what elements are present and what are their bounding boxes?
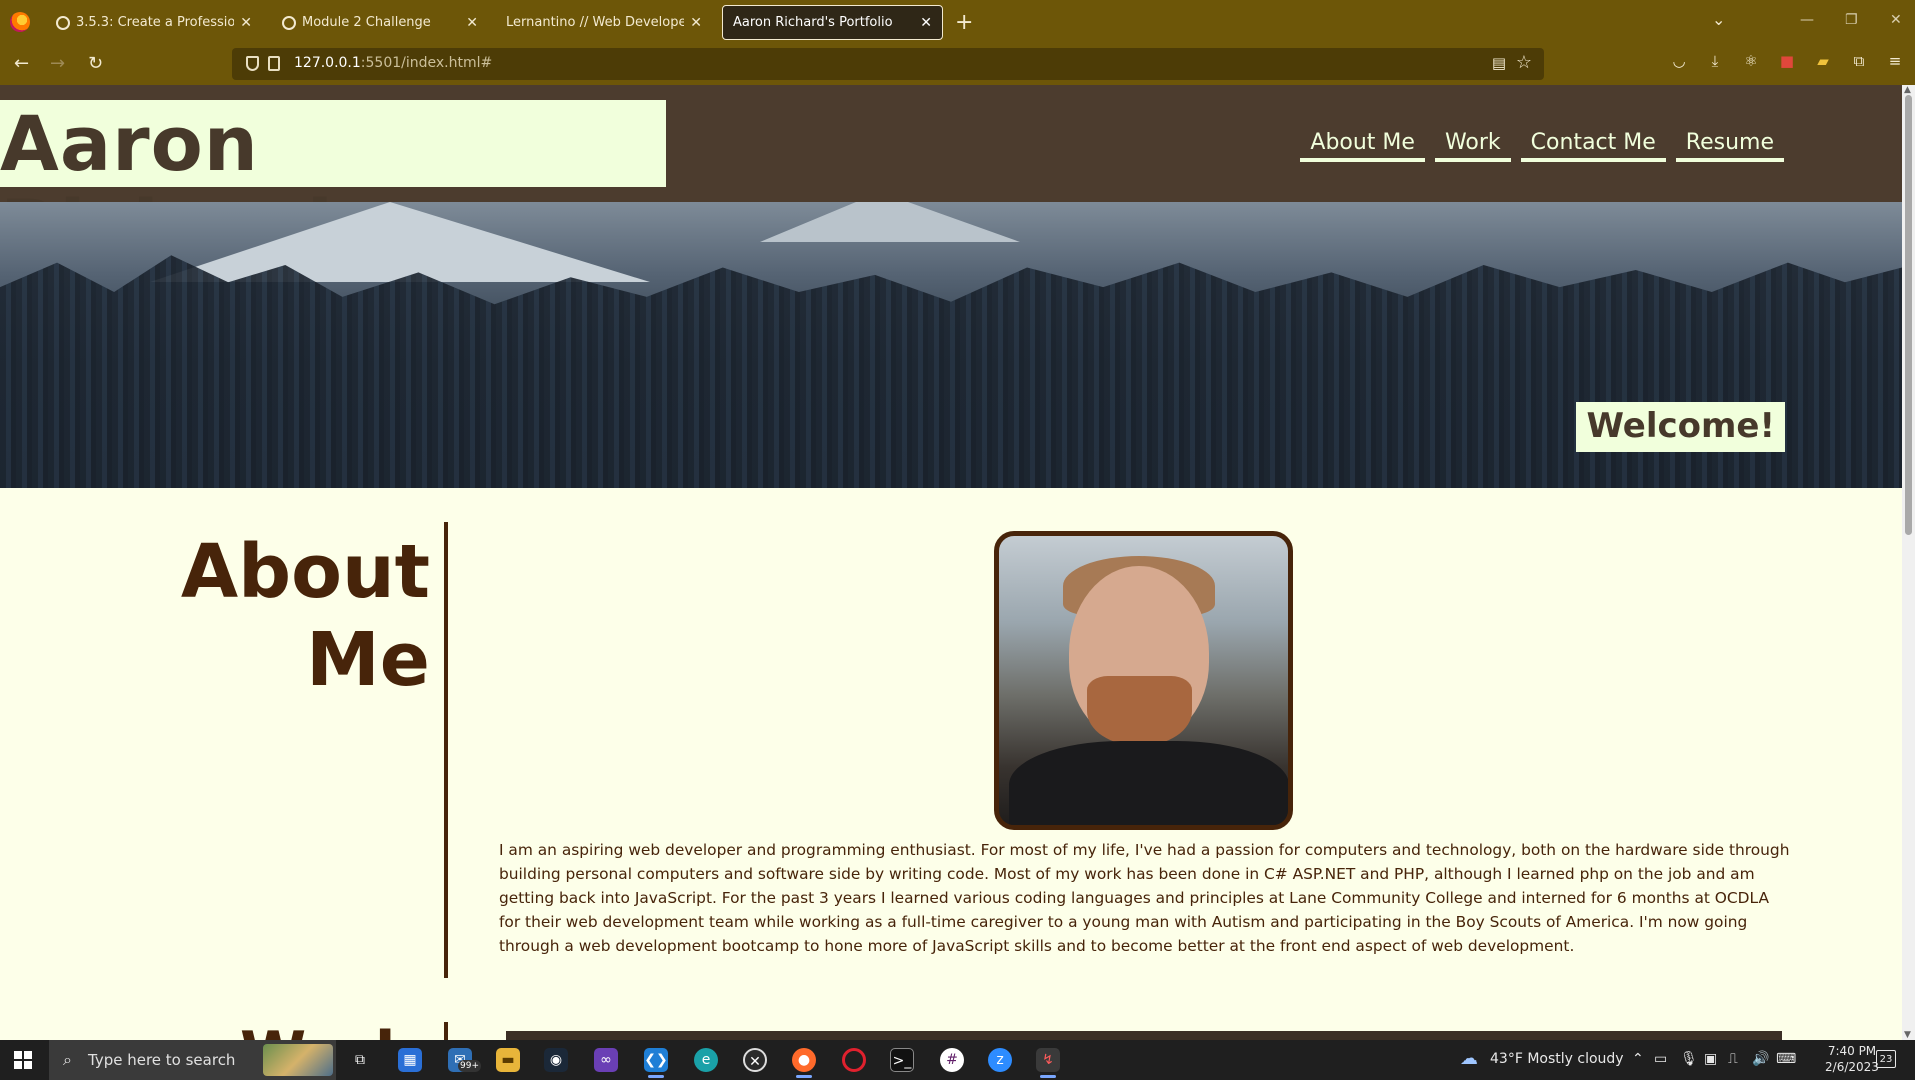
section-divider (444, 522, 448, 978)
opera-icon[interactable] (842, 1048, 866, 1072)
about-paragraph: I am an aspiring web developer and progr… (499, 841, 1790, 955)
back-arrow-icon[interactable]: ← (14, 53, 29, 74)
minimize-icon[interactable]: — (1800, 12, 1814, 28)
keyboard-icon[interactable]: ⌨ (1776, 1051, 1796, 1067)
notifications-icon[interactable]: 23 (1876, 1050, 1896, 1068)
extension-yellow-icon[interactable]: ▰ (1815, 53, 1831, 69)
reload-icon[interactable]: ↻ (88, 53, 103, 74)
bookmark-star-icon[interactable]: ☆ (1516, 52, 1532, 73)
welcome-badge: Welcome! (1576, 402, 1785, 452)
about-heading-line2: Me (306, 617, 430, 703)
weather-text[interactable]: 43°F Mostly cloudy (1490, 1051, 1624, 1067)
photo-jacket (1009, 741, 1288, 825)
battery-icon[interactable]: ▣ (1704, 1051, 1717, 1067)
scroll-up-icon[interactable]: ▲ (1904, 85, 1911, 95)
tab-3[interactable]: Lernantino // Web Developer ✕ (496, 5, 712, 40)
hero-mountain (760, 202, 1020, 242)
extension-react-icon[interactable]: ⚛ (1743, 53, 1759, 69)
hamburger-menu-icon[interactable]: ≡ (1887, 53, 1903, 69)
new-tab-icon[interactable]: + (955, 10, 973, 35)
main-nav: About Me Work Contact Me Resume (1300, 128, 1784, 162)
scrollbar-thumb[interactable] (1905, 95, 1912, 535)
restore-icon[interactable]: ❐ (1845, 12, 1858, 28)
windows-start-icon[interactable] (14, 1051, 32, 1069)
shield-icon[interactable] (246, 56, 259, 71)
list-tabs-chevron-icon[interactable]: ⌄ (1712, 10, 1725, 29)
nav-work[interactable]: Work (1434, 128, 1511, 162)
browser-tab-bar: 3.5.3: Create a Professional Proj ✕ Modu… (0, 0, 1915, 43)
tab-1[interactable]: 3.5.3: Create a Professional Proj ✕ (46, 5, 262, 40)
downloads-icon[interactable]: ⤓ (1707, 53, 1723, 69)
pocket-icon[interactable]: ◡ (1671, 53, 1687, 69)
photo-beard (1087, 676, 1192, 746)
hero-mountain (150, 202, 650, 282)
close-tab-icon[interactable]: ✕ (466, 15, 478, 31)
visual-studio-icon[interactable]: ∞ (594, 1048, 618, 1072)
search-icon: ⌕ (63, 1050, 72, 1069)
slack-icon[interactable]: # (940, 1048, 964, 1072)
git-app-icon[interactable]: ↯ (1036, 1048, 1060, 1078)
tray-chevron-icon[interactable]: ⌃ (1632, 1051, 1644, 1067)
scroll-down-icon[interactable]: ▼ (1904, 1030, 1911, 1040)
browser-nav-bar: ← → ↻ 127.0.0.1:5501/index.html# ▤ ☆ ◡ ⤓… (0, 43, 1915, 85)
taskbar-search[interactable]: ⌕ Type here to search (49, 1040, 336, 1080)
vscode-icon[interactable]: ❮❯ (644, 1048, 668, 1078)
work-heading-text: Work (240, 1024, 440, 1040)
firefox-logo-icon[interactable] (10, 12, 30, 32)
about-heading: About Me (175, 528, 430, 704)
extension-red-icon[interactable]: ■ (1779, 53, 1795, 69)
tab-4-active[interactable]: Aaron Richard's Portfolio ✕ (722, 5, 943, 40)
url-text[interactable]: 127.0.0.1:5501/index.html# (294, 55, 492, 71)
tab-title: Module 2 Challenge (302, 15, 431, 30)
nav-contact-me[interactable]: Contact Me (1520, 128, 1666, 162)
nav-resume[interactable]: Resume (1675, 128, 1784, 162)
about-heading-line1: About (180, 529, 430, 615)
close-tab-icon[interactable]: ✕ (240, 15, 252, 31)
file-explorer-icon[interactable]: ▬ (496, 1048, 520, 1072)
steam-icon[interactable]: ◉ (544, 1048, 568, 1072)
meet-now-icon[interactable]: ▭ (1654, 1051, 1667, 1067)
tab-title: Lernantino // Web Developer (506, 15, 685, 30)
site-header: Aaron Richards About Me Work Contact Me … (0, 85, 1902, 270)
section-divider (444, 1022, 448, 1040)
work-heading-partial: Work (240, 1024, 440, 1040)
tab-2[interactable]: Module 2 Challenge ✕ (272, 5, 488, 40)
search-placeholder: Type here to search (88, 1051, 236, 1069)
microsoft-store-icon[interactable]: ▦ (398, 1048, 422, 1072)
page-scrollbar[interactable]: ▲ ▼ (1902, 85, 1915, 1040)
edge-icon[interactable]: e (694, 1048, 718, 1072)
nav-about-me[interactable]: About Me (1300, 128, 1425, 162)
microphone-icon[interactable]: 🎙 (1680, 1051, 1698, 1067)
close-tab-icon[interactable]: ✕ (920, 15, 932, 31)
canvas-favicon-icon (282, 15, 296, 30)
work-image-partial (506, 1031, 1782, 1040)
tab-title: Aaron Richard's Portfolio (733, 15, 893, 30)
volume-icon[interactable]: 🔊 (1752, 1051, 1769, 1067)
task-view-icon[interactable]: ⧉ (348, 1048, 372, 1072)
canvas-favicon-icon (56, 15, 70, 30)
extensions-puzzle-icon[interactable]: ⧉ (1851, 53, 1867, 69)
mail-icon[interactable]: ✉99+ (448, 1048, 481, 1072)
network-icon[interactable]: ⎍ (1728, 1051, 1738, 1067)
mail-badge: 99+ (458, 1060, 481, 1072)
close-tab-icon[interactable]: ✕ (690, 15, 702, 31)
search-highlight-image[interactable] (263, 1044, 333, 1076)
firefox-taskbar-icon[interactable]: ● (792, 1048, 816, 1078)
reader-view-icon[interactable]: ▤ (1492, 54, 1506, 72)
windows-taskbar: ⌕ Type here to search ⧉ ▦ ✉99+ ▬ ◉ ∞ ❮❯ … (0, 1040, 1915, 1080)
close-window-icon[interactable]: ✕ (1890, 12, 1902, 28)
profile-photo (994, 531, 1293, 830)
forward-arrow-icon[interactable]: → (50, 53, 65, 74)
logo-box: Aaron Richards (0, 100, 666, 270)
page-icon[interactable] (268, 56, 280, 71)
weather-cloud-icon[interactable]: ☁ (1460, 1048, 1478, 1069)
terminal-icon[interactable]: >_ (890, 1048, 914, 1072)
xbox-icon[interactable]: ✕ (743, 1048, 767, 1072)
hero-banner: Welcome! (0, 202, 1902, 488)
tab-title: 3.5.3: Create a Professional Proj (76, 15, 235, 30)
zoom-icon[interactable]: z (988, 1048, 1012, 1072)
address-bar[interactable]: 127.0.0.1:5501/index.html# ▤ ☆ (232, 48, 1544, 80)
